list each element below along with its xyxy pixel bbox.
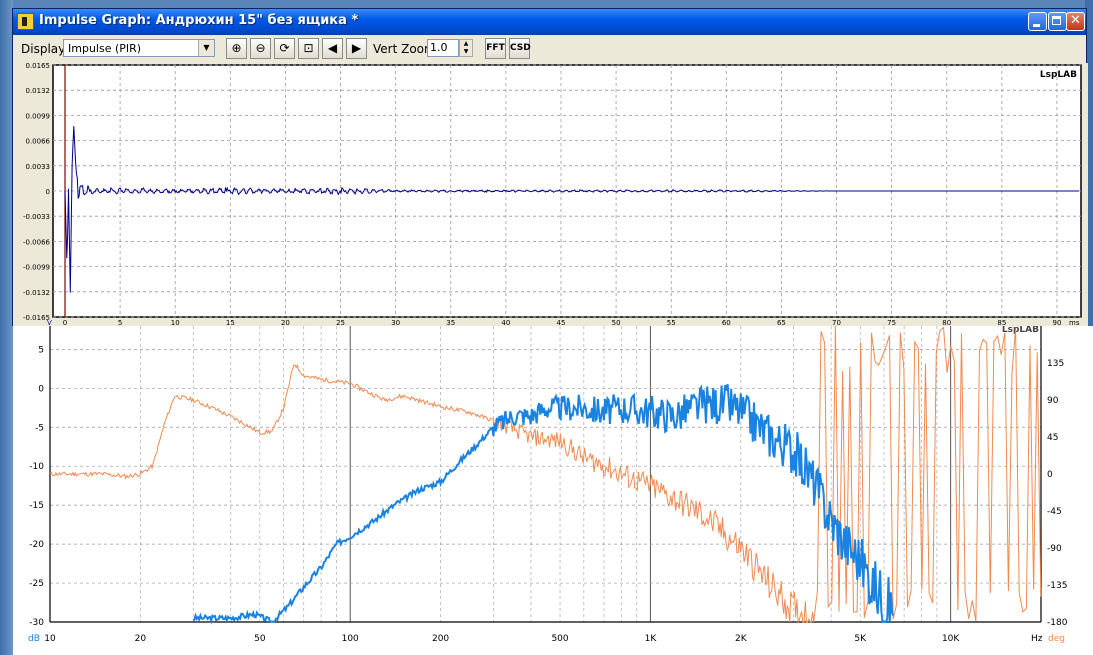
deg-tick-label: 135 — [1047, 359, 1064, 369]
y-tick-label: -0.0132 — [23, 289, 50, 297]
scroll-left-button[interactable]: ◀ — [322, 38, 343, 59]
deg-tick-label: -135 — [1047, 581, 1067, 591]
x-tick-label: 200 — [432, 634, 449, 644]
x-tick-label: 5K — [854, 634, 867, 644]
vert-zoom-input[interactable]: 1.0 — [427, 39, 459, 57]
toolbar: Display Impulse (PIR) ▼ ⊕ ⊖ ⟳ ⊡ ◀ ▶ Vert… — [13, 35, 1086, 63]
y-tick-label: 0.0132 — [26, 87, 51, 95]
y-tick-label: -0.0033 — [23, 213, 50, 221]
csd-button[interactable]: CSD — [509, 38, 531, 59]
lsplab-logo: LspLAB — [1002, 326, 1039, 335]
deg-tick-label: 0 — [1047, 470, 1053, 480]
arrow-left-icon: ◀ — [327, 41, 338, 55]
display-select[interactable]: Impulse (PIR) ▼ — [63, 39, 215, 57]
y-tick-label: 0.0066 — [26, 138, 51, 146]
scroll-right-button[interactable]: ▶ — [346, 38, 367, 59]
y-tick-label: -0.0066 — [23, 238, 51, 246]
fft-button[interactable]: FFT — [485, 38, 506, 59]
freq-plot-background — [13, 326, 1093, 655]
db-tick-label: -20 — [29, 540, 44, 550]
db-tick-label: -30 — [29, 618, 44, 628]
db-tick-label: -15 — [29, 501, 44, 511]
db-tick-label: -10 — [29, 462, 44, 472]
x-tick-label: 500 — [551, 634, 568, 644]
db-tick-label: -25 — [29, 579, 44, 589]
db-unit-label: dB — [28, 634, 40, 644]
x-tick-label: 2K — [735, 634, 748, 644]
y-tick-label: 0.0099 — [26, 112, 51, 120]
vert-zoom-spinner[interactable]: ▲ ▼ — [459, 39, 473, 57]
zoom-reset-button[interactable]: ⟳ — [274, 38, 295, 59]
y-tick-label: 0 — [46, 188, 50, 196]
arrow-right-icon: ▶ — [351, 41, 362, 55]
display-label: Display — [21, 42, 66, 56]
y-tick-label: -0.0165 — [23, 314, 50, 322]
speaker-app-icon[interactable] — [17, 13, 34, 30]
zoom-in-icon: ⊕ — [231, 41, 242, 55]
impulse-graph-window: Impulse Graph: Андрюхин 15" без ящика * … — [12, 8, 1088, 327]
zoom-out-icon: ⊖ — [255, 41, 266, 55]
deg-tick-label: -180 — [1047, 618, 1068, 628]
y-tick-label: -0.0099 — [23, 264, 50, 272]
zoom-fit-button[interactable]: ⊡ — [298, 38, 319, 59]
db-tick-label: 5 — [38, 345, 44, 355]
deg-tick-label: -90 — [1047, 544, 1062, 554]
close-button[interactable] — [1066, 12, 1085, 31]
frequency-response-plot[interactable]: 10 20 50 100 200 500 1K 2K 5K 10K50-5-10-15-20-25… — [13, 326, 1093, 655]
display-select-value: Impulse (PIR) — [68, 42, 142, 55]
lsplab-logo: LspLAB — [1040, 70, 1077, 80]
x-tick-label: 10 — [44, 634, 56, 644]
impulse-plot[interactable]: 0.0165 0.0132 0.0099 0.0066 0.0033 0 -0.0033 -0… — [13, 63, 1088, 327]
deg-tick-label: 45 — [1047, 433, 1058, 443]
x-tick-label: 50 — [254, 634, 266, 644]
db-tick-label: -5 — [35, 423, 44, 433]
minimize-button[interactable] — [1028, 12, 1047, 31]
chevron-down-icon[interactable]: ▼ — [198, 40, 214, 56]
deg-unit-label: deg — [1048, 634, 1065, 644]
zoom-fit-icon: ⊡ — [303, 41, 314, 55]
x-tick-label: 10K — [942, 634, 960, 644]
zoom-out-button[interactable]: ⊖ — [250, 38, 271, 59]
zoom-in-button[interactable]: ⊕ — [226, 38, 247, 59]
zoom-reset-icon: ⟳ — [279, 41, 290, 55]
title-bar[interactable]: Impulse Graph: Андрюхин 15" без ящика * — [13, 9, 1086, 35]
deg-tick-label: -45 — [1047, 507, 1062, 517]
maximize-button[interactable] — [1048, 12, 1067, 31]
y-tick-label: 0.0165 — [26, 63, 51, 70]
window-title: Impulse Graph: Андрюхин 15" без ящика * — [39, 13, 359, 28]
x-tick-label: 1K — [645, 634, 658, 644]
x-tick-label: 100 — [342, 634, 359, 644]
deg-tick-label: 90 — [1047, 396, 1059, 406]
db-tick-label: 0 — [38, 384, 44, 394]
y-tick-label: 0.0033 — [26, 163, 51, 171]
x-tick-label: 20 — [135, 634, 147, 644]
hz-unit-label: Hz — [1031, 634, 1043, 644]
